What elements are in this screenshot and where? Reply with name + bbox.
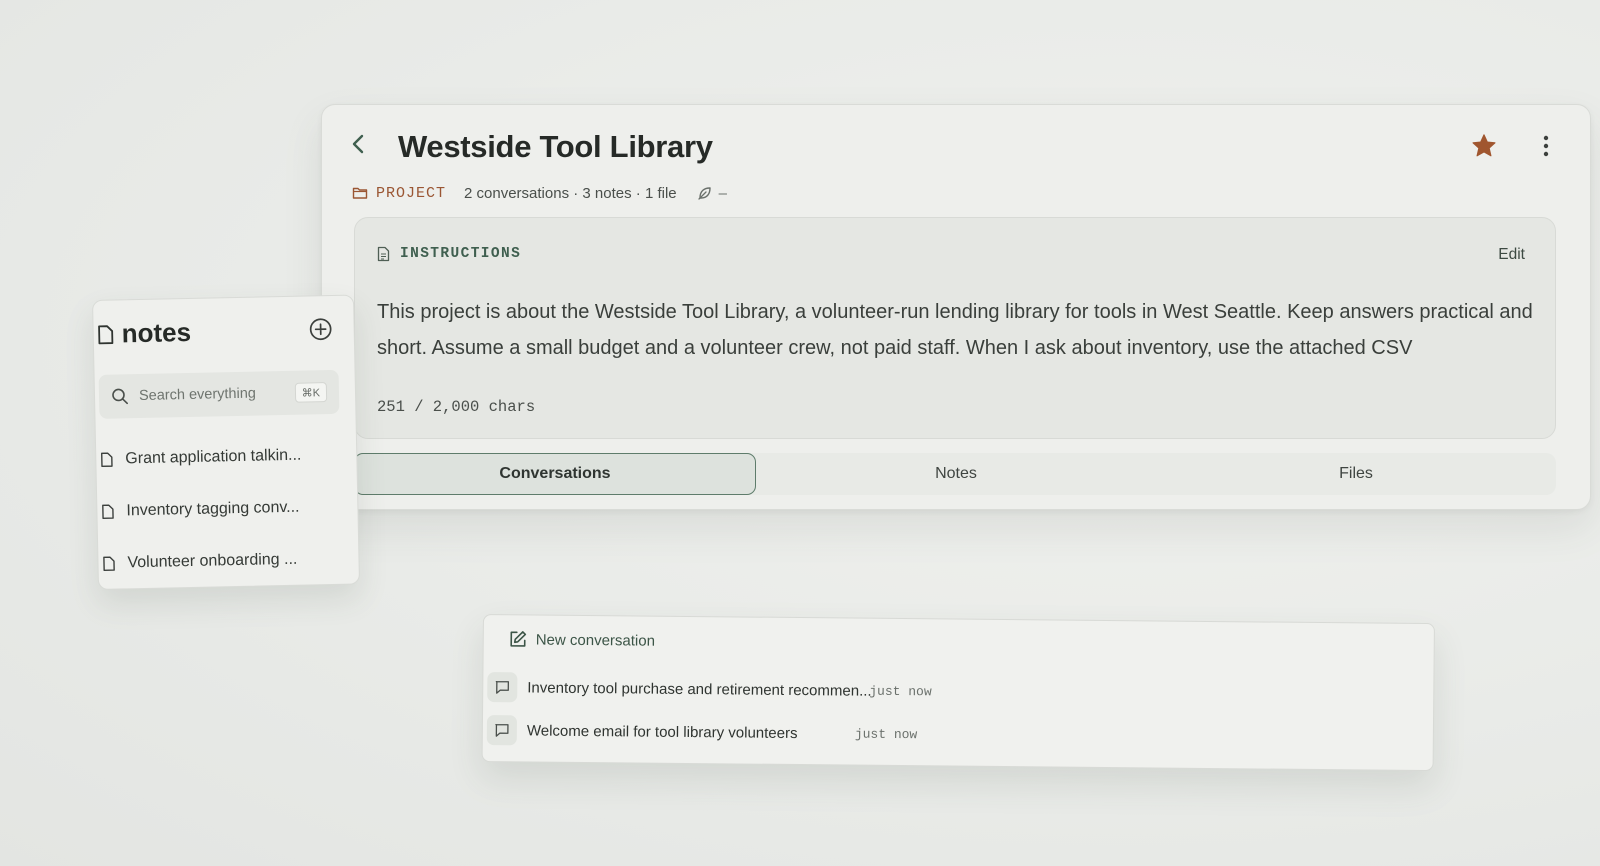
conversation-row[interactable]: Inventory tool purchase and retirement r…	[487, 671, 932, 707]
note-item-label: Grant application talkin...	[125, 446, 302, 468]
chat-bubble-icon	[486, 715, 518, 746]
conversation-time: just now	[869, 683, 932, 699]
note-item[interactable]: Inventory tagging conv...	[101, 492, 342, 527]
project-extra-label: –	[718, 184, 727, 202]
notes-panel: notes ⌘K Grant application talkin... Inv…	[92, 294, 361, 590]
project-tag: PROJECT	[352, 185, 446, 202]
project-meta: PROJECT 2 conversations · 3 notes · 1 fi…	[352, 181, 727, 205]
char-count: 251 / 2,000 chars	[377, 398, 536, 416]
more-vertical-icon	[1543, 135, 1549, 157]
notes-title: notes	[121, 316, 192, 349]
instructions-header: INSTRUCTIONS	[377, 246, 521, 262]
new-conversation-label: New conversation	[535, 631, 656, 650]
note-item-label: Volunteer onboarding ...	[127, 550, 298, 572]
note-file-icon	[101, 452, 113, 468]
project-tag-label: PROJECT	[376, 184, 447, 202]
note-item[interactable]: Grant application talkin...	[100, 440, 341, 475]
instructions-card: INSTRUCTIONS Edit This project is about …	[354, 217, 1556, 439]
chat-bubble-icon	[487, 672, 518, 703]
notes-search[interactable]: ⌘K	[98, 369, 340, 419]
favorite-button[interactable]	[1467, 129, 1501, 163]
instructions-fade	[377, 356, 1537, 378]
conversation-time: just now	[854, 726, 918, 742]
note-item[interactable]: Volunteer onboarding ...	[102, 544, 343, 579]
edit-square-icon	[510, 631, 527, 647]
edit-instructions-button[interactable]: Edit	[1498, 246, 1525, 264]
folder-icon	[352, 187, 368, 199]
conversation-title: Welcome email for tool library volunteer…	[526, 721, 798, 742]
search-input[interactable]	[138, 384, 290, 405]
conversation-title: Inventory tool purchase and retirement r…	[527, 678, 872, 700]
add-note-button[interactable]	[307, 316, 334, 343]
conversation-row[interactable]: Welcome email for tool library volunteer…	[486, 714, 917, 749]
project-window: Westside Tool Library PROJECT 2 conversa…	[321, 104, 1591, 510]
note-item-label: Inventory tagging conv...	[126, 498, 300, 520]
notes-header: notes	[97, 317, 191, 350]
tab-conversations[interactable]: Conversations	[354, 453, 756, 495]
chevron-left-icon	[352, 134, 364, 154]
tab-files[interactable]: Files	[1156, 453, 1556, 495]
instructions-label: INSTRUCTIONS	[400, 246, 522, 262]
more-options-button[interactable]	[1532, 129, 1560, 163]
search-shortcut-badge: ⌘K	[294, 382, 328, 403]
search-icon	[112, 388, 128, 405]
back-button[interactable]	[344, 129, 372, 159]
project-tabs: Conversations Notes Files	[354, 453, 1556, 495]
document-icon	[377, 246, 390, 262]
note-file-icon	[102, 504, 114, 520]
page-title: Westside Tool Library	[398, 129, 713, 164]
note-file-icon	[103, 556, 115, 572]
project-counts: 2 conversations · 3 notes · 1 file	[464, 184, 677, 202]
star-icon	[1472, 134, 1496, 157]
plus-circle-icon	[309, 318, 332, 341]
new-conversation-button[interactable]: New conversation	[508, 629, 655, 650]
tab-notes[interactable]: Notes	[756, 453, 1156, 495]
project-extra[interactable]: –	[697, 185, 727, 202]
leaf-icon	[697, 187, 711, 200]
conversation-list-panel: New conversation Inventory tool purchase…	[481, 614, 1435, 772]
note-file-icon	[98, 324, 114, 344]
